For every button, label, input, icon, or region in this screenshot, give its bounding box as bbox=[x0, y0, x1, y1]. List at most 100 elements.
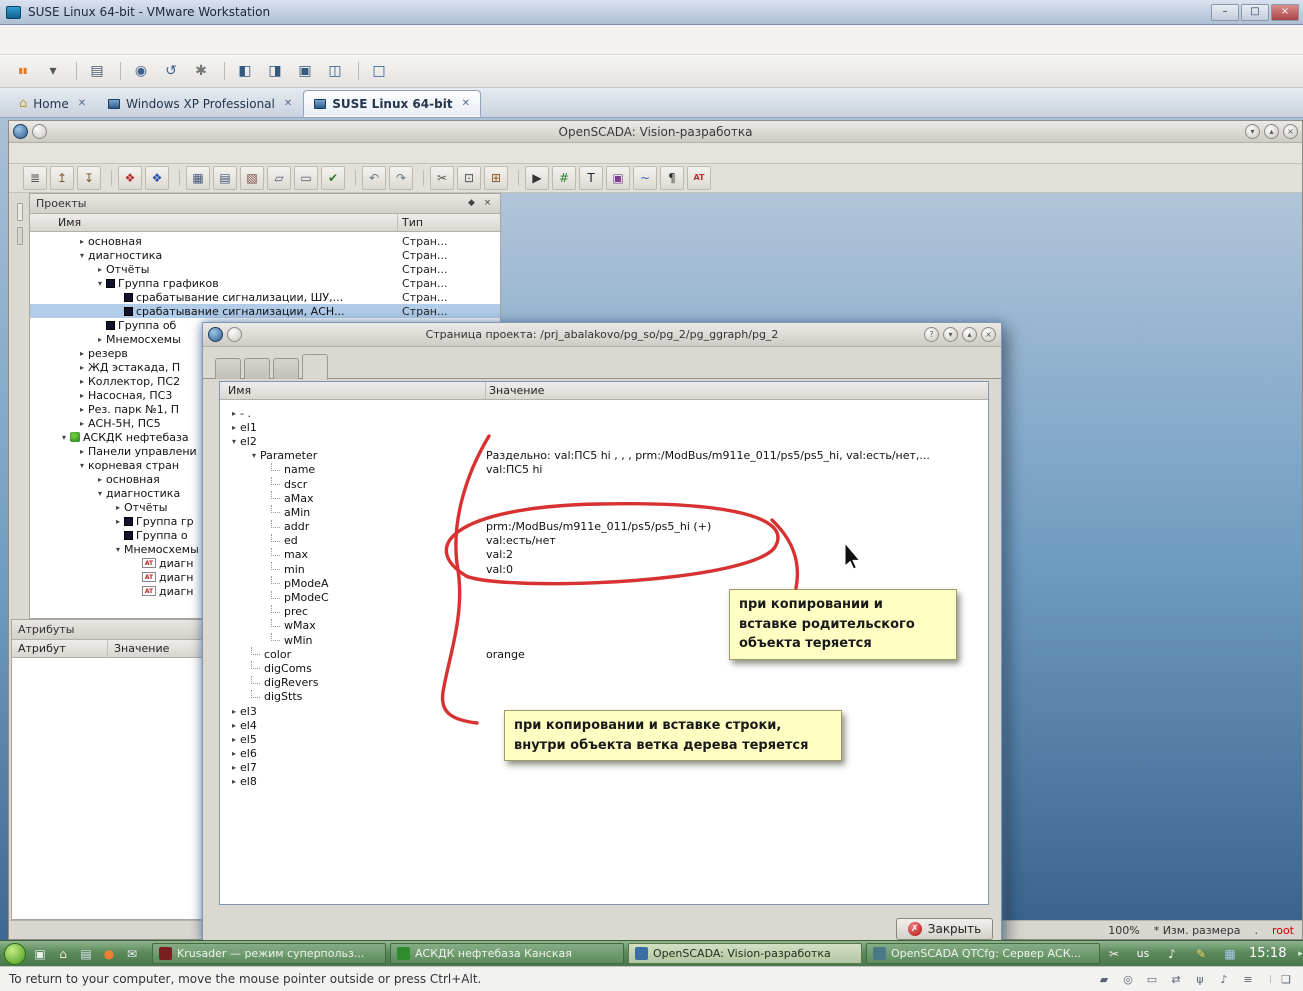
column-name[interactable]: Имя bbox=[30, 214, 398, 231]
unity-view-button[interactable]: ◫ bbox=[322, 59, 348, 83]
openscada-titlebar[interactable]: OpenSCADA: Vision-разработка ▾▴× bbox=[9, 121, 1302, 143]
el1[interactable]: ▸el1 bbox=[220, 420, 988, 434]
expander-icon[interactable]: ▸ bbox=[76, 405, 88, 414]
konsole-button[interactable]: ▤ bbox=[76, 944, 96, 964]
task-krusader[interactable]: Krusader — режим суперпольз... bbox=[152, 943, 386, 964]
frame-library-icon[interactable]: ▤ bbox=[213, 166, 237, 190]
expander-icon[interactable]: ▾ bbox=[76, 251, 88, 260]
expander-icon[interactable]: ▸ bbox=[76, 377, 88, 386]
printer-status-icon[interactable]: ≡ bbox=[1240, 972, 1256, 986]
shade-button[interactable]: ▾ bbox=[943, 327, 958, 342]
aMin[interactable]: aMin bbox=[220, 505, 988, 519]
dock-float-button[interactable]: ◆ bbox=[465, 197, 478, 210]
print-icon[interactable]: ≣ bbox=[23, 166, 47, 190]
expander-icon[interactable]: ▸ bbox=[76, 447, 88, 456]
sound-status-icon[interactable]: ♪ bbox=[1216, 972, 1232, 986]
срабатывание сигнализации, АСН...[interactable]: срабатывание сигнализации, АСН...Стран..… bbox=[30, 304, 500, 318]
show-library-button[interactable]: ◧ bbox=[232, 59, 258, 83]
- .[interactable]: ▸- . bbox=[220, 406, 988, 420]
addr[interactable]: addrprm:/ModBus/m911e_011/ps5/ps5_hi (+) bbox=[220, 520, 988, 534]
column-value[interactable]: Значение bbox=[486, 384, 988, 397]
element-box-at-icon[interactable]: AT bbox=[687, 166, 711, 190]
aMax[interactable]: aMax bbox=[220, 491, 988, 505]
close-dialog-button[interactable]: ✗ Закрыть bbox=[896, 918, 993, 940]
diagram-element-icon[interactable]: ~ bbox=[633, 166, 657, 190]
cut-icon[interactable]: ✂ bbox=[430, 166, 454, 190]
expander-icon[interactable]: ▸ bbox=[94, 335, 106, 344]
expander-icon[interactable]: ▸ bbox=[76, 391, 88, 400]
volume-icon[interactable]: ♪ bbox=[1162, 944, 1182, 964]
expander-icon[interactable]: ▸ bbox=[228, 763, 240, 772]
tab-close-icon[interactable]: ✕ bbox=[284, 98, 292, 109]
Отчёты[interactable]: ▸ОтчётыСтран... bbox=[30, 262, 500, 276]
tab-home[interactable]: ⌂ Home ✕ bbox=[8, 90, 97, 117]
power-options-dropdown[interactable]: ▾ bbox=[40, 59, 66, 83]
document-element-icon[interactable]: ¶ bbox=[660, 166, 684, 190]
zoom-fit-icon[interactable]: ▭ bbox=[294, 166, 318, 190]
tab-close-icon[interactable]: ✕ bbox=[462, 98, 470, 109]
expander-icon[interactable]: ▸ bbox=[76, 237, 88, 246]
диагностика[interactable]: ▾диагностикаСтран... bbox=[30, 248, 500, 262]
expander-icon[interactable]: ▸ bbox=[112, 517, 124, 526]
Parameter[interactable]: ▾ParameterРаздельно: val:ПС5 hi , , , pr… bbox=[220, 449, 988, 463]
task-openscada-qtcfg[interactable]: OpenSCADA QTCfg: Сервер АСК... bbox=[866, 943, 1100, 964]
grid-icon[interactable]: # bbox=[552, 166, 576, 190]
expander-icon[interactable]: ▸ bbox=[228, 777, 240, 786]
expander-icon[interactable]: ▾ bbox=[58, 433, 70, 442]
column-name[interactable]: Имя bbox=[220, 382, 486, 399]
dscr[interactable]: dscr bbox=[220, 477, 988, 491]
side-tab-projects[interactable] bbox=[17, 203, 23, 221]
show-thumbnail-bar-button[interactable]: ◨ bbox=[262, 59, 288, 83]
tab-suse-linux[interactable]: SUSE Linux 64-bit ✕ bbox=[303, 90, 481, 117]
digRevers[interactable]: digRevers bbox=[220, 676, 988, 690]
tab-attributes[interactable] bbox=[244, 358, 270, 379]
cdrom-status-icon[interactable]: ◎ bbox=[1120, 972, 1136, 986]
browser-button[interactable]: ● bbox=[99, 944, 119, 964]
tab-processing[interactable] bbox=[273, 358, 299, 379]
expander-icon[interactable]: ▸ bbox=[228, 735, 240, 744]
copy-icon[interactable]: ⊡ bbox=[457, 166, 481, 190]
el2[interactable]: ▾el2 bbox=[220, 434, 988, 448]
shade-button[interactable]: ▾ bbox=[1245, 124, 1260, 139]
el8[interactable]: ▸el8 bbox=[220, 775, 988, 789]
close-button[interactable]: × bbox=[981, 327, 996, 342]
panel-hide-arrow[interactable]: ▸ bbox=[1295, 949, 1303, 959]
floppy-status-icon[interactable]: ▭ bbox=[1144, 972, 1160, 986]
fullscreen-button[interactable]: □ bbox=[366, 59, 392, 83]
clock[interactable]: 15:18 bbox=[1249, 946, 1286, 961]
help-button[interactable]: ? bbox=[924, 327, 939, 342]
expander-icon[interactable]: ▸ bbox=[228, 721, 240, 730]
load-from-db-icon[interactable]: ↥ bbox=[50, 166, 74, 190]
tab-close-icon[interactable]: ✕ bbox=[78, 98, 86, 109]
digComs[interactable]: digComs bbox=[220, 661, 988, 675]
dialog-menu-icon[interactable] bbox=[208, 327, 223, 342]
min[interactable]: minval:0 bbox=[220, 562, 988, 576]
notes-icon[interactable]: ✎ bbox=[1191, 944, 1211, 964]
name[interactable]: nameval:ПС5 hi bbox=[220, 463, 988, 477]
dialog-titlebar[interactable]: Страница проекта: /prj_abalakovo/pg_so/p… bbox=[203, 323, 1001, 347]
pointer-mode-icon[interactable]: ▶ bbox=[525, 166, 549, 190]
zoom-select-icon[interactable]: ▱ bbox=[267, 166, 291, 190]
paste-icon[interactable]: ⊞ bbox=[484, 166, 508, 190]
expander-icon[interactable]: ▾ bbox=[76, 461, 88, 470]
expander-icon[interactable]: ▾ bbox=[112, 545, 124, 554]
pin-button[interactable] bbox=[32, 124, 47, 139]
el7[interactable]: ▸el7 bbox=[220, 761, 988, 775]
network-status-icon[interactable]: ⇄ bbox=[1168, 972, 1184, 986]
app-globe-icon[interactable] bbox=[13, 124, 28, 139]
основная[interactable]: ▸основнаяСтран... bbox=[30, 234, 500, 248]
minimize-button[interactable]: – bbox=[1211, 4, 1239, 21]
snapshot-manager-button[interactable]: ✱ bbox=[188, 59, 214, 83]
column-type[interactable]: Тип bbox=[398, 216, 500, 229]
expander-icon[interactable]: ▸ bbox=[112, 503, 124, 512]
console-view-button[interactable]: ▣ bbox=[292, 59, 318, 83]
expander-icon[interactable]: ▾ bbox=[248, 451, 260, 460]
keyboard-layout-indicator[interactable]: us bbox=[1133, 944, 1153, 964]
expander-icon[interactable]: ▸ bbox=[76, 419, 88, 428]
tab-links[interactable] bbox=[302, 354, 328, 380]
expander-icon[interactable]: ▸ bbox=[228, 409, 240, 418]
send-ctrl-alt-del-button[interactable]: ▤ bbox=[84, 59, 110, 83]
side-tab-widget[interactable] bbox=[17, 227, 23, 245]
срабатывание сигнализации, ШУ,...[interactable]: срабатывание сигнализации, ШУ,...Стран..… bbox=[30, 290, 500, 304]
save-to-db-icon[interactable]: ↧ bbox=[77, 166, 101, 190]
